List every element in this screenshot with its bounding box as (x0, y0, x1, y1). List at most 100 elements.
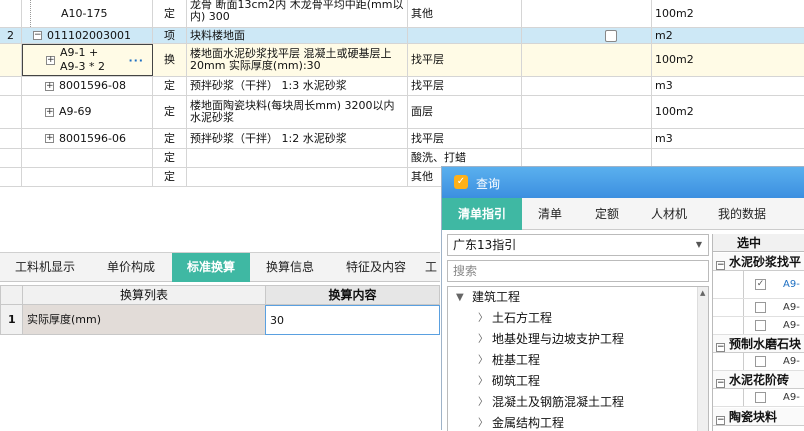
row-flag (522, 44, 652, 76)
dialog-title-bar[interactable]: ✓ 查询 (442, 167, 804, 198)
collapse-icon[interactable]: − (716, 416, 725, 425)
result-item[interactable]: A9- (713, 299, 804, 317)
result-group[interactable]: − 预制水磨石块 (713, 335, 804, 353)
row-code: A10-175 (61, 6, 108, 20)
row-flag (522, 129, 652, 148)
row-unit: m2 (655, 28, 673, 42)
row-code-cell[interactable]: + 8001596-08 (22, 77, 153, 95)
guide-select[interactable]: 广东13指引 ▼ (447, 234, 709, 256)
tab-conversion-info[interactable]: 换算信息 (250, 253, 330, 282)
result-item[interactable]: ✓ A9- (713, 271, 804, 299)
expand-icon[interactable]: + (45, 134, 54, 143)
detail-tab-bar: 工料机显示 单价构成 标准换算 换算信息 特征及内容 工 (0, 252, 440, 282)
tree-node[interactable]: 〉 桩基工程 (448, 350, 698, 371)
row-unit: 100m2 (655, 53, 694, 66)
row-code-cell[interactable]: + 8001596-06 (22, 129, 153, 148)
collapse-icon[interactable]: − (716, 379, 725, 388)
dialog-title: 查询 (476, 177, 501, 191)
result-checkbox-checked[interactable]: ✓ (755, 279, 766, 290)
tab-standard-conversion[interactable]: 标准换算 (172, 253, 250, 282)
tab-labor-material[interactable]: 人材机 (636, 198, 702, 230)
chevron-down-icon: ▼ (456, 292, 464, 303)
tree-node[interactable]: 〉 金属结构工程 (448, 413, 698, 431)
row-name (187, 149, 408, 167)
tab-features[interactable]: 特征及内容 (330, 253, 422, 282)
table-row[interactable]: + 8001596-08 定 预拌砂浆（干拌） 1:3 水泥砂浆 找平层 m3 (0, 77, 804, 96)
result-item[interactable]: A9- (713, 353, 804, 371)
row-code: 011102003001 (47, 28, 131, 42)
expand-icon[interactable]: + (45, 107, 54, 117)
row-number (0, 77, 22, 95)
row-type: 定 (153, 0, 187, 27)
row-flag (522, 77, 652, 95)
row-code-cell[interactable] (22, 168, 153, 186)
table-row[interactable]: + A9-69 定 楼地面陶瓷块料(每块周长mm) 3200以内 水泥砂浆 面层… (0, 96, 804, 129)
result-group[interactable]: − 水泥砂浆找平 (713, 253, 804, 271)
row-checkbox[interactable] (605, 29, 617, 42)
row-unit: 100m2 (655, 105, 694, 118)
tree-node[interactable]: 〉 土石方工程 (448, 308, 698, 329)
tab-my-data[interactable]: 我的数据 (702, 198, 782, 230)
row-name: 楼地面水泥砂浆找平层 混凝土或硬基层上 20mm 实际厚度(mm):30 (187, 44, 408, 76)
row-code-cell[interactable]: A10-175 (22, 0, 153, 27)
tree-node[interactable]: 〉 地基处理与边坡支护工程 (448, 329, 698, 350)
tab-materials[interactable]: 工料机显示 (0, 253, 90, 282)
tab-price-structure[interactable]: 单价构成 (90, 253, 172, 282)
conversion-table: 换算列表 换算内容 1 实际厚度(mm) 30 (0, 285, 440, 430)
row-code-cell[interactable] (22, 149, 153, 167)
search-input[interactable]: 搜索 (447, 260, 709, 282)
row-flag (522, 96, 652, 128)
collapse-icon[interactable]: − (33, 31, 42, 40)
row-number (0, 168, 22, 186)
chevron-right-icon: 〉 (478, 334, 488, 345)
more-button[interactable]: ··· (128, 55, 144, 67)
tab-bill[interactable]: 清单 (522, 198, 578, 230)
result-checkbox[interactable] (755, 320, 766, 331)
collapse-icon[interactable]: − (716, 343, 725, 352)
expand-icon[interactable]: + (45, 81, 54, 91)
row-type: 定 (153, 149, 187, 167)
tree-scrollbar[interactable]: ▲ (697, 287, 708, 431)
table-row[interactable]: A10-175 定 龙骨 断面13cm2内 木龙骨平均中距(mm以内) 300 … (0, 0, 804, 28)
tab-quota[interactable]: 定额 (578, 198, 636, 230)
conversion-row-number: 1 (0, 305, 23, 335)
result-checkbox[interactable] (755, 392, 766, 403)
conversion-value-input[interactable]: 30 (265, 305, 440, 335)
row-code: 8001596-08 (59, 79, 126, 92)
row-code-cell[interactable]: − 011102003001 (22, 28, 153, 43)
table-row[interactable]: + 8001596-06 定 预拌砂浆（干拌） 1:2 水泥砂浆 找平层 m3 (0, 129, 804, 149)
row-unit: m3 (655, 79, 673, 92)
row-code-cell[interactable]: + A9-69 (22, 96, 153, 128)
chevron-down-icon: ▼ (695, 240, 702, 249)
row-flag (522, 0, 652, 27)
row-name: 龙骨 断面13cm2内 木龙骨平均中距(mm以内) 300 (187, 0, 408, 27)
result-item[interactable]: A9- (713, 389, 804, 407)
result-item[interactable]: A9- (713, 317, 804, 335)
row-unit (652, 149, 804, 167)
row-spec: 找平层 (408, 77, 522, 95)
result-group[interactable]: − 陶瓷块料 (713, 408, 804, 426)
result-checkbox[interactable] (755, 356, 766, 367)
row-code-editor[interactable]: + A9-1 + A9-3 * 2 ··· (22, 44, 153, 76)
scroll-up-icon[interactable]: ▲ (700, 289, 705, 297)
result-checkbox[interactable] (755, 302, 766, 313)
row-type: 换 (153, 44, 187, 76)
tree-node[interactable]: 〉 砌筑工程 (448, 371, 698, 392)
tab-bill-guide[interactable]: 清单指引 (442, 198, 522, 230)
row-type: 定 (153, 168, 187, 186)
tab-more[interactable]: 工 (422, 253, 440, 282)
row-spec: 酸洗、打蜡 (408, 149, 522, 167)
row-flag (522, 149, 652, 167)
table-row-selected[interactable]: 2 − 011102003001 项 块料楼地面 m2 (0, 28, 804, 44)
row-name: 块料楼地面 (187, 28, 408, 43)
expand-icon[interactable]: + (46, 55, 55, 65)
result-group[interactable]: − 水泥花阶砖 (713, 371, 804, 389)
tree-node-root[interactable]: ▼ 建筑工程 (448, 287, 698, 308)
row-code: A9-1 + A9-3 * 2 (60, 46, 105, 73)
row-number (0, 96, 22, 128)
row-type: 项 (153, 28, 187, 43)
table-row[interactable]: + A9-1 + A9-3 * 2 ··· 换 楼地面水泥砂浆找平层 混凝土或硬… (0, 44, 804, 77)
chevron-right-icon: 〉 (478, 397, 488, 408)
collapse-icon[interactable]: − (716, 261, 725, 270)
tree-node[interactable]: 〉 混凝土及钢筋混凝土工程 (448, 392, 698, 413)
